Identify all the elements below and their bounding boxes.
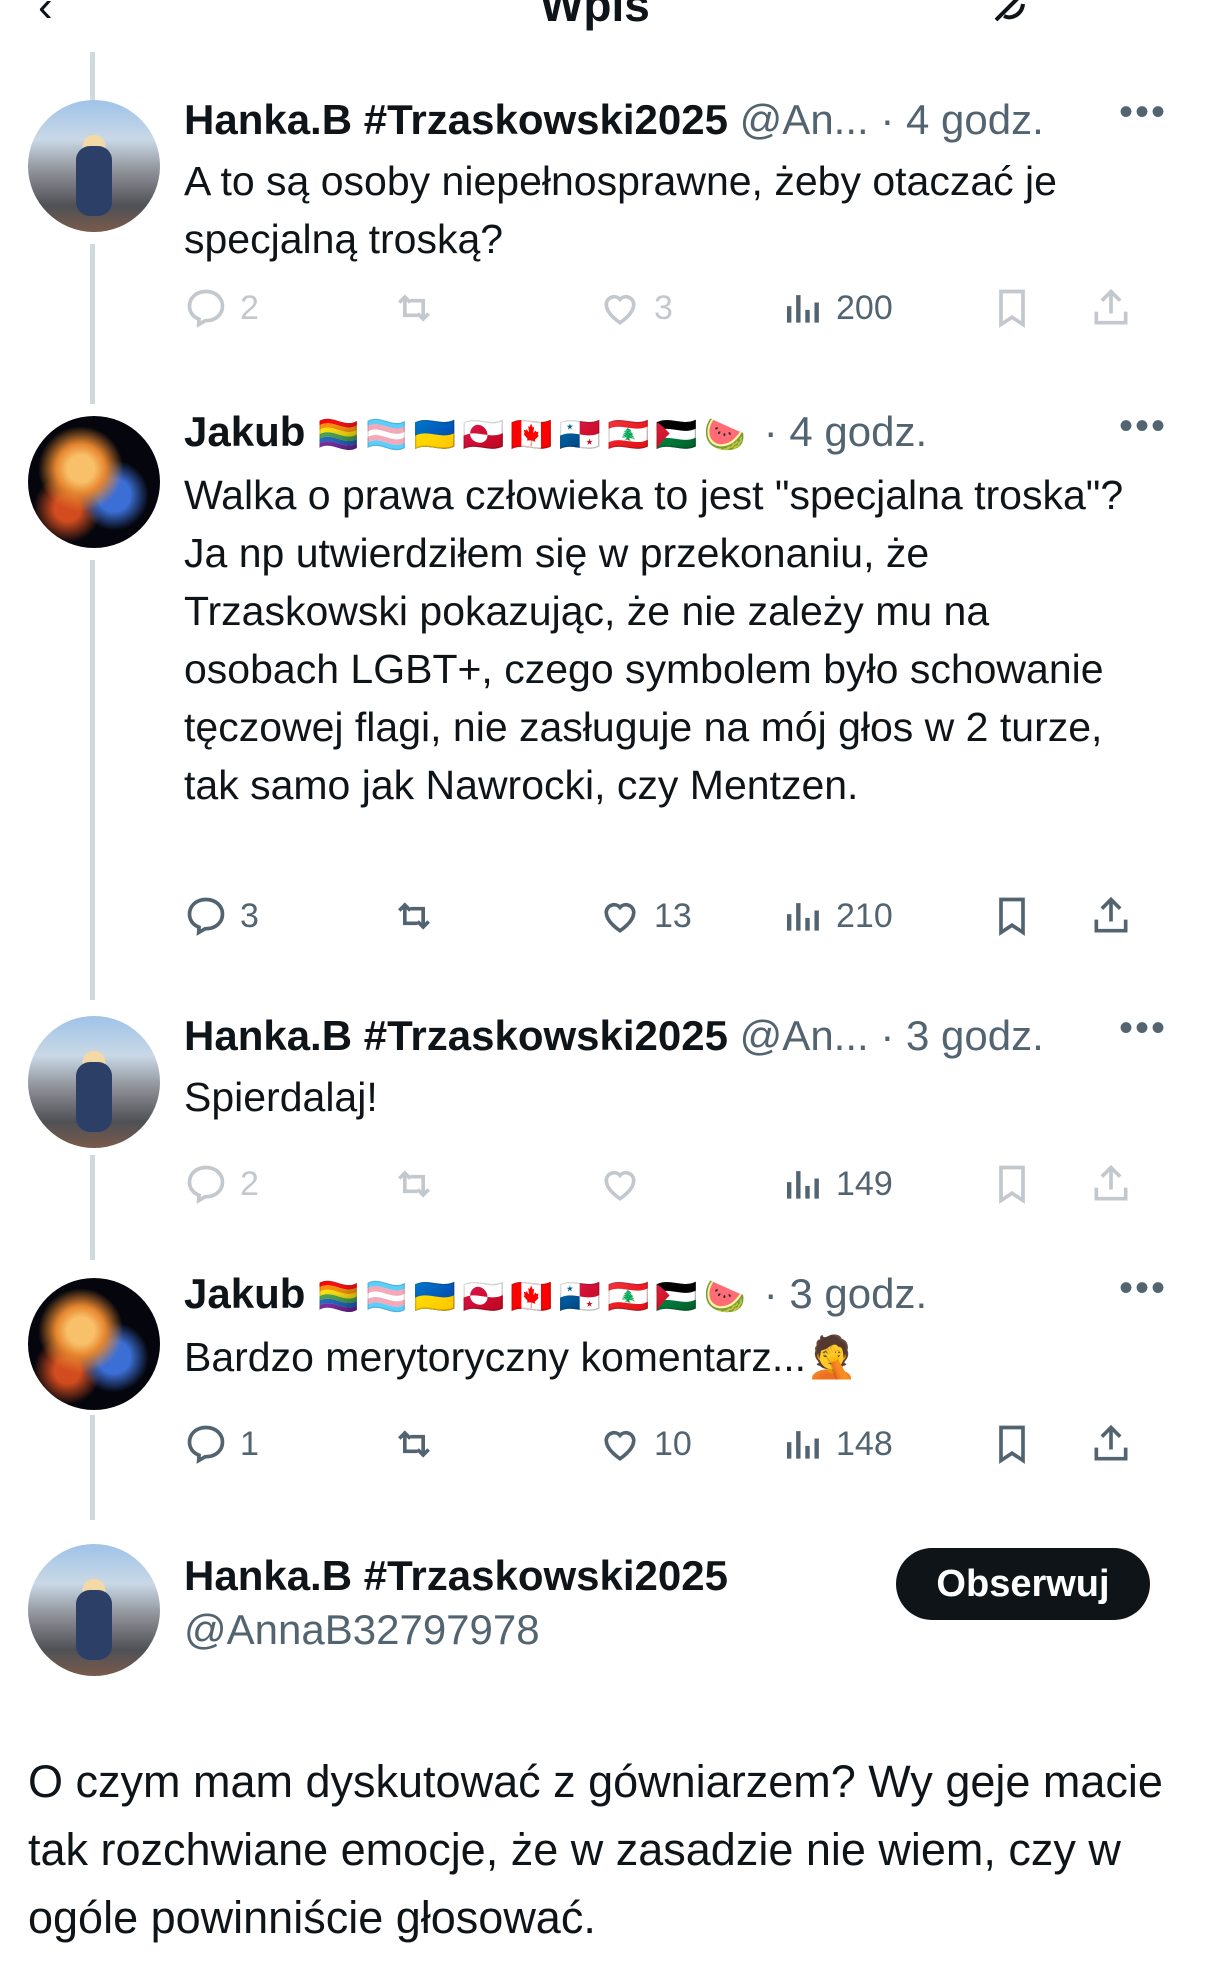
- bookmark-button[interactable]: [990, 1162, 1034, 1206]
- views-count: 148: [836, 1424, 893, 1463]
- more-options-icon[interactable]: •••: [1119, 404, 1167, 449]
- tweet-text: O czym mam dyskutować z gówniarzem? Wy g…: [28, 1756, 1163, 1943]
- display-name[interactable]: Jakub: [184, 408, 305, 455]
- share-icon: [1094, 288, 1128, 325]
- heart-icon: [604, 902, 636, 933]
- share-button[interactable]: [1089, 1422, 1133, 1466]
- bookmark-button[interactable]: [990, 894, 1034, 938]
- user-handle[interactable]: @AnnaB32797978: [184, 1606, 540, 1653]
- display-name[interactable]: Hanka.B #Trzaskowski2025: [184, 1012, 728, 1059]
- user-handle[interactable]: @An...: [740, 96, 869, 143]
- action-bar: 3 13 210: [184, 894, 1174, 950]
- retweet-button[interactable]: [392, 894, 448, 938]
- bookmark-button[interactable]: [990, 1422, 1034, 1466]
- avatar[interactable]: [28, 100, 160, 232]
- like-count: 13: [654, 896, 692, 935]
- name-flags: 🏳️‍🌈🏳️‍⚧️🇺🇦🇬🇱🇨🇦🇵🇦🇱🇧🇵🇸🍉: [317, 1278, 753, 1316]
- avatar[interactable]: [28, 1016, 160, 1148]
- tweet-header: Jakub 🏳️‍🌈🏳️‍⚧️🇺🇦🇬🇱🇨🇦🇵🇦🇱🇧🇵🇸🍉 · 3 godz.: [184, 1270, 927, 1322]
- reply-count: 3: [240, 896, 259, 935]
- more-options-icon[interactable]: •••: [1119, 90, 1167, 135]
- views-button[interactable]: 148: [780, 1422, 893, 1466]
- action-bar: 1 10 148: [184, 1422, 1174, 1478]
- more-options-icon[interactable]: •••: [1119, 1266, 1167, 1311]
- reply-button[interactable]: 1: [184, 1422, 259, 1466]
- avatar[interactable]: [28, 1544, 160, 1676]
- like-button[interactable]: 13: [598, 894, 692, 938]
- views-icon: [786, 1431, 819, 1459]
- action-bar-end: [184, 1162, 1174, 1218]
- share-button[interactable]: [1089, 1162, 1133, 1206]
- share-button[interactable]: [1089, 286, 1133, 330]
- retweet-icon: [398, 902, 430, 930]
- share-icon: [1094, 896, 1128, 933]
- more-options-icon[interactable]: •••: [1119, 1006, 1167, 1051]
- top-bar: ‹ Wpis: [0, 0, 1205, 52]
- retweet-button[interactable]: [392, 1422, 448, 1466]
- tweet-handle-row: @AnnaB32797978: [184, 1606, 540, 1658]
- reply-icon: [187, 1425, 225, 1464]
- bookmark-icon: [999, 897, 1025, 936]
- avatar[interactable]: [28, 1278, 160, 1410]
- timestamp[interactable]: · 3 godz.: [880, 1012, 1043, 1059]
- action-bar-end: [184, 286, 1174, 342]
- page-title: Wpis: [540, 0, 650, 31]
- heart-icon: [604, 1430, 636, 1461]
- bookmark-icon: [999, 289, 1025, 328]
- views-count: 210: [836, 896, 893, 935]
- tweet-header: Hanka.B #Trzaskowski2025: [184, 1552, 728, 1604]
- tweet-text: Bardzo merytoryczny komentarz...🤦: [184, 1334, 858, 1380]
- reply-button[interactable]: 3: [184, 894, 259, 938]
- retweet-icon: [398, 1430, 430, 1458]
- bookmark-icon: [999, 1425, 1025, 1464]
- like-count: 10: [654, 1424, 692, 1463]
- timestamp[interactable]: · 4 godz.: [764, 408, 927, 455]
- tweet-text: Spierdalaj!: [184, 1074, 378, 1120]
- timestamp[interactable]: · 3 godz.: [764, 1270, 927, 1317]
- display-name[interactable]: Hanka.B #Trzaskowski2025: [184, 96, 728, 143]
- back-arrow-icon[interactable]: ‹: [38, 0, 53, 32]
- tweet-text: A to są osoby niepełnosprawne, żeby otac…: [184, 158, 1057, 262]
- share-icon: [1094, 1424, 1128, 1461]
- tweet-header: Jakub 🏳️‍🌈🏳️‍⚧️🇺🇦🇬🇱🇨🇦🇵🇦🇱🇧🇵🇸🍉 · 4 godz.: [184, 408, 927, 460]
- reply-icon: [187, 897, 225, 936]
- like-button[interactable]: 10: [598, 1422, 692, 1466]
- tweet-header: Hanka.B #Trzaskowski2025 @An... · 3 godz…: [184, 1012, 1044, 1064]
- tweet-header: Hanka.B #Trzaskowski2025 @An... · 4 godz…: [184, 96, 1044, 148]
- share-button[interactable]: [1089, 894, 1133, 938]
- bookmark-icon: [999, 1165, 1025, 1204]
- thread-line: [90, 560, 95, 1000]
- share-icon: [1094, 1164, 1128, 1201]
- thread-line: [90, 1415, 95, 1520]
- grok-icon[interactable]: [990, 0, 1030, 36]
- views-button[interactable]: 210: [780, 894, 893, 938]
- follow-button[interactable]: Obserwuj: [896, 1548, 1150, 1620]
- timestamp[interactable]: · 4 godz.: [880, 96, 1043, 143]
- thread-line: [90, 52, 95, 102]
- thread-line: [90, 244, 95, 404]
- thread-line: [90, 1155, 95, 1260]
- views-icon: [786, 903, 819, 931]
- display-name[interactable]: Hanka.B #Trzaskowski2025: [184, 1552, 728, 1599]
- user-handle[interactable]: @An...: [740, 1012, 869, 1059]
- bookmark-button[interactable]: [990, 286, 1034, 330]
- display-name[interactable]: Jakub: [184, 1270, 305, 1317]
- avatar[interactable]: [28, 416, 160, 548]
- name-flags: 🏳️‍🌈🏳️‍⚧️🇺🇦🇬🇱🇨🇦🇵🇦🇱🇧🇵🇸🍉: [317, 416, 753, 454]
- reply-count: 1: [240, 1424, 259, 1463]
- tweet-text: Walka o prawa człowieka to jest "specjal…: [184, 472, 1124, 808]
